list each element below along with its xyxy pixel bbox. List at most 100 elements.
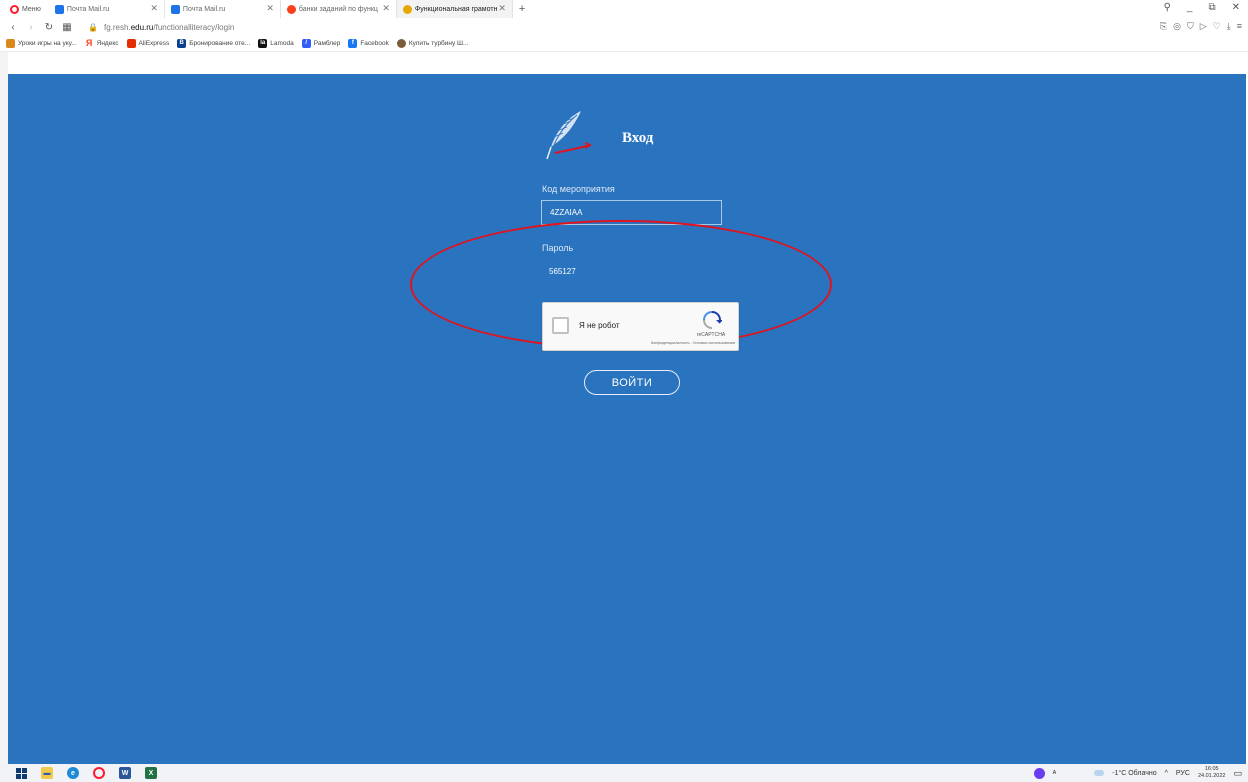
camera-icon[interactable]: ◎ bbox=[1173, 21, 1181, 32]
page-top-strip bbox=[0, 52, 1248, 74]
url-path: /functionalliteracy/login bbox=[153, 22, 235, 32]
bookmark-label: AliExpress bbox=[138, 40, 170, 47]
system-tray: ᴬ -1°C Облачно ^ РУС 16:05 24.01.2022 ▭ bbox=[1033, 766, 1242, 780]
recaptcha-checkbox[interactable] bbox=[552, 317, 569, 334]
download-icon[interactable]: ⤓ bbox=[1227, 21, 1231, 32]
turbine-icon bbox=[396, 39, 406, 48]
bookmark-label: Купить турбину Ш... bbox=[408, 40, 469, 47]
bookmark-label: Яндекс bbox=[96, 40, 119, 47]
weather-text[interactable]: -1°C Облачно bbox=[1112, 770, 1156, 777]
bookmark-lamoda[interactable]: la Lamoda bbox=[258, 39, 294, 48]
bookmark-label: Рамблер bbox=[313, 40, 341, 47]
bookmark-rambler[interactable]: / Рамблер bbox=[301, 39, 341, 48]
login-button[interactable]: ВОЙТИ bbox=[584, 370, 680, 395]
bookmark-booking[interactable]: B Бронирование оте... bbox=[177, 39, 250, 48]
bookmark-ukulele[interactable]: Уроки игры на уку... bbox=[6, 39, 77, 48]
clock-time: 16:05 bbox=[1204, 766, 1219, 772]
url-prefix: fg.resh. bbox=[104, 22, 131, 32]
opera-taskbar-icon[interactable] bbox=[93, 767, 105, 779]
snapshot-icon[interactable]: ⎘ bbox=[1160, 21, 1167, 32]
url-domain: edu.ru bbox=[130, 22, 154, 32]
recaptcha-brand: reCAPTCHA bbox=[696, 332, 726, 338]
heart-icon[interactable]: ♡ bbox=[1213, 21, 1221, 32]
file-explorer-icon[interactable]: ▬ bbox=[41, 767, 53, 779]
tab-mail-1[interactable]: Почта Mail.ru ✕ bbox=[49, 0, 165, 18]
address-bar: ‹ › ↻ ▦ 🔒 fg.resh.edu.ru/functionalliter… bbox=[0, 18, 1248, 36]
reload-icon[interactable]: ↻ bbox=[40, 22, 58, 33]
opera-menu-button[interactable]: Меню bbox=[0, 0, 49, 18]
tab-label: Почта Mail.ru bbox=[182, 5, 226, 13]
close-icon[interactable]: ✕ bbox=[382, 3, 390, 14]
bookmark-label: Lamoda bbox=[270, 40, 294, 47]
tab-mail-2[interactable]: Почта Mail.ru ✕ bbox=[165, 0, 281, 18]
page-left-gutter bbox=[0, 52, 8, 764]
menu-label: Меню bbox=[22, 5, 41, 13]
edge-icon[interactable]: e bbox=[67, 767, 79, 779]
easy-setup-icon[interactable]: ≡ bbox=[1237, 21, 1242, 32]
bookmark-label: Уроки игры на уку... bbox=[18, 40, 77, 47]
tab-label: Функциональная грамотн bbox=[414, 5, 498, 13]
yandex-icon: Я bbox=[85, 38, 93, 48]
flow-icon[interactable]: ▷ bbox=[1200, 21, 1207, 32]
tray-expand-icon[interactable]: ^ bbox=[1165, 770, 1168, 777]
alice-assistant-icon[interactable] bbox=[1033, 767, 1045, 779]
yandex-icon bbox=[286, 4, 296, 14]
window-controls: ⚲ _ ⧉ ✕ bbox=[1164, 2, 1240, 13]
lamoda-icon: la bbox=[258, 39, 268, 48]
tab-label: банки заданий по функц bbox=[298, 5, 378, 13]
word-icon[interactable]: W bbox=[119, 767, 131, 779]
address-actions: ⎘ ◎ ⛉ ▷ ♡ ⤓ ≡ bbox=[1160, 21, 1242, 32]
tab-label: Почта Mail.ru bbox=[66, 5, 110, 13]
speed-dial-icon[interactable]: ▦ bbox=[58, 22, 76, 33]
feather-logo-icon bbox=[546, 111, 591, 160]
tab-bar: Меню Почта Mail.ru ✕ Почта Mail.ru ✕ бан… bbox=[0, 0, 1248, 18]
minimize-icon[interactable]: _ bbox=[1187, 2, 1193, 13]
page-title: Вход bbox=[622, 130, 654, 146]
bookmark-aliexpress[interactable]: AliExpress bbox=[126, 39, 170, 48]
cloud-icon bbox=[1094, 770, 1105, 776]
bookmark-turbine[interactable]: Купить турбину Ш... bbox=[396, 39, 469, 48]
bookmark-label: Бронирование оте... bbox=[189, 40, 251, 47]
bookmarks-bar: Уроки игры на уку... Я Яндекс AliExpress… bbox=[0, 36, 1248, 52]
lock-icon[interactable]: 🔒 bbox=[86, 23, 100, 32]
windows-taskbar: ▬ e W X ᴬ -1°C Облачно ^ РУС 16:05 24.01… bbox=[0, 764, 1248, 782]
recaptcha-widget: Я не робот reCAPTCHA Конфиденциальность … bbox=[542, 302, 739, 351]
people-icon[interactable]: ᴬ bbox=[1053, 769, 1057, 778]
url-field[interactable]: fg.resh.edu.ru/functionalliteracy/login bbox=[104, 23, 234, 32]
eagle-icon bbox=[402, 4, 412, 14]
login-page: Вход Код мероприятия 4ZZAIAA Пароль 5651… bbox=[8, 74, 1246, 764]
notifications-icon[interactable]: ▭ bbox=[1233, 768, 1242, 779]
forward-icon[interactable]: › bbox=[22, 22, 40, 33]
bookmark-facebook[interactable]: f Facebook bbox=[348, 39, 389, 48]
booking-icon: B bbox=[177, 39, 187, 48]
aliexpress-icon bbox=[126, 39, 136, 48]
recaptcha-icon bbox=[703, 311, 722, 329]
search-icon[interactable]: ⚲ bbox=[1164, 2, 1171, 13]
new-tab-button[interactable]: + bbox=[513, 3, 531, 15]
close-icon[interactable]: ✕ bbox=[498, 3, 506, 14]
tab-yandex-search[interactable]: банки заданий по функц ✕ bbox=[281, 0, 397, 18]
recaptcha-label: Я не робот bbox=[579, 321, 620, 330]
snap-icon[interactable]: ⧉ bbox=[1208, 2, 1215, 13]
event-code-label: Код мероприятия bbox=[542, 184, 615, 194]
clock[interactable]: 16:05 24.01.2022 bbox=[1198, 766, 1226, 780]
close-window-icon[interactable]: ✕ bbox=[1232, 2, 1240, 13]
back-icon[interactable]: ‹ bbox=[4, 22, 22, 33]
close-icon[interactable]: ✕ bbox=[150, 3, 158, 14]
facebook-icon: f bbox=[348, 39, 358, 48]
guitar-icon bbox=[6, 39, 15, 48]
language-indicator[interactable]: РУС bbox=[1176, 770, 1190, 777]
rambler-icon: / bbox=[301, 39, 311, 48]
shield-icon[interactable]: ⛉ bbox=[1187, 21, 1194, 32]
excel-icon[interactable]: X bbox=[145, 767, 157, 779]
bookmark-label: Facebook bbox=[360, 40, 389, 47]
tab-functional-literacy[interactable]: Функциональная грамотн ✕ bbox=[396, 0, 513, 18]
close-icon[interactable]: ✕ bbox=[266, 3, 274, 14]
bookmark-yandex[interactable]: Я Яндекс bbox=[85, 39, 119, 48]
opera-logo-icon bbox=[10, 4, 19, 14]
mail-icon bbox=[54, 4, 64, 14]
clock-date: 24.01.2022 bbox=[1197, 773, 1226, 779]
windows-start-icon[interactable] bbox=[16, 767, 27, 779]
mail-icon bbox=[170, 4, 180, 14]
recaptcha-links[interactable]: Конфиденциальность - Условия использован… bbox=[623, 341, 735, 345]
